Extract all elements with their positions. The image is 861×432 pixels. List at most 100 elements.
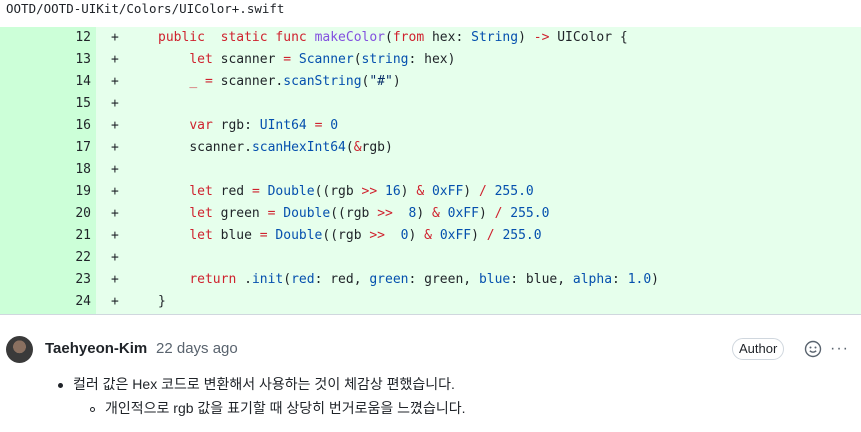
code-text: scanner.scanHexInt64(&rgb) (158, 137, 393, 159)
code-token: "#" (369, 74, 393, 89)
code-token: ( (345, 140, 354, 155)
comment-text: 개인적으로 rgb 값을 표기할 때 상당히 번거로움을 느꼈습니다. (105, 400, 466, 416)
code-token: & (416, 184, 425, 199)
code-token: ) (416, 206, 432, 221)
code-token: ( (385, 30, 393, 45)
avatar[interactable] (6, 336, 33, 363)
code-token: static (220, 30, 268, 45)
code-token: blue (478, 272, 511, 287)
diff-add-sign: + (111, 228, 119, 243)
code-token: let (189, 228, 213, 243)
code-token: UInt64 (259, 118, 307, 133)
code-token: = (251, 184, 260, 199)
line-number[interactable]: 12 (0, 27, 91, 49)
code-token: let (189, 184, 213, 199)
code-token: from (392, 30, 425, 45)
code-text: let blue = Double((rgb >> 0) & 0xFF) / 2… (158, 225, 541, 247)
smiley-icon[interactable] (804, 340, 822, 358)
more-options-icon[interactable]: ··· (830, 340, 849, 358)
code-token: & (424, 228, 432, 243)
code-token: . (236, 272, 252, 287)
code-text: public static func makeColor(from hex: S… (158, 27, 628, 49)
diff-line: 16 + var rgb: UInt64 = 0 (0, 115, 861, 137)
code-token: : blue, (510, 272, 573, 287)
diff-add-sign: + (111, 96, 119, 111)
code-token: ) (408, 228, 425, 243)
code-token: return (189, 272, 237, 287)
comment-sub-bullet: 개인적으로 rgb 값을 표기할 때 상당히 번거로움을 느꼈습니다. (90, 398, 465, 418)
code-token: -> (533, 30, 550, 45)
line-number[interactable]: 19 (0, 181, 91, 203)
file-path[interactable]: OOTD/OOTD-UIKit/Colors/UIColor+.swift (0, 0, 861, 27)
line-number[interactable]: 16 (0, 115, 91, 137)
diff-add-sign: + (111, 184, 119, 199)
code-token: / (486, 228, 495, 243)
code-token: ( (283, 272, 292, 287)
code-token: rgb) (361, 140, 393, 155)
code-token: var (189, 118, 213, 133)
line-number[interactable]: 24 (0, 291, 91, 313)
code-token: >> (377, 206, 393, 221)
code-token: alpha (572, 272, 613, 287)
code-token: 0xFF (447, 206, 479, 221)
code-text: _ = scanner.scanString("#") (158, 71, 401, 93)
code-token: init (251, 272, 284, 287)
code-token: ((rgb (330, 206, 378, 221)
line-number[interactable]: 20 (0, 203, 91, 225)
code-token: _ (189, 74, 198, 89)
line-number[interactable]: 23 (0, 269, 91, 291)
line-number[interactable]: 14 (0, 71, 91, 93)
code-token: >> (361, 184, 378, 199)
diff-line: 19 + let red = Double((rgb >> 16) & 0xFF)… (0, 181, 861, 203)
line-number[interactable]: 17 (0, 137, 91, 159)
code-text: let red = Double((rgb >> 16) & 0xFF) / 2… (158, 181, 534, 203)
code-token: ( (353, 52, 362, 67)
diff-add-sign: + (111, 74, 119, 89)
comment-text: 컬러 값은 Hex 코드로 변환해서 사용하는 것이 체감상 편했습니다. (73, 376, 455, 392)
code-token: & (431, 206, 440, 221)
code-token: scanner. (189, 140, 252, 155)
code-token: ) (471, 228, 487, 243)
code-token: blue (212, 228, 260, 243)
code-token: red (212, 184, 252, 199)
line-number[interactable]: 18 (0, 159, 91, 181)
code-token: 255.0 (494, 184, 534, 199)
comment-timestamp[interactable]: 22 days ago (156, 340, 238, 357)
code-token: & (353, 140, 362, 155)
diff-add-sign: + (111, 30, 119, 45)
comment-bullet: 컬러 값은 Hex 코드로 변환해서 사용하는 것이 체감상 편했습니다. (58, 374, 455, 394)
code-token: public (158, 30, 205, 45)
diff-line: 12 + public static func makeColor(from hex… (0, 27, 861, 49)
code-token: } (158, 294, 166, 309)
line-number[interactable]: 15 (0, 93, 91, 115)
code-token: scanner. (212, 74, 284, 89)
code-token: ) (400, 184, 417, 199)
code-token: : (612, 272, 628, 287)
code-token: 0xFF (439, 228, 472, 243)
code-token: string (361, 52, 409, 67)
code-token: / (478, 184, 487, 199)
line-number[interactable]: 21 (0, 225, 91, 247)
code-token: scanString (283, 74, 362, 89)
line-number[interactable]: 22 (0, 247, 91, 269)
diff-line: 14 + _ = scanner.scanString("#") (0, 71, 861, 93)
code-token: ) (651, 272, 659, 287)
comment-author[interactable]: Taehyeon-Kim (45, 340, 147, 357)
code-token: makeColor (314, 30, 386, 45)
line-number[interactable]: 13 (0, 49, 91, 71)
code-token: green (369, 272, 409, 287)
diff-line: 13 + let scanner = Scanner(string: hex) (0, 49, 861, 71)
code-token: Double (283, 206, 331, 221)
code-token: ) (392, 74, 401, 89)
